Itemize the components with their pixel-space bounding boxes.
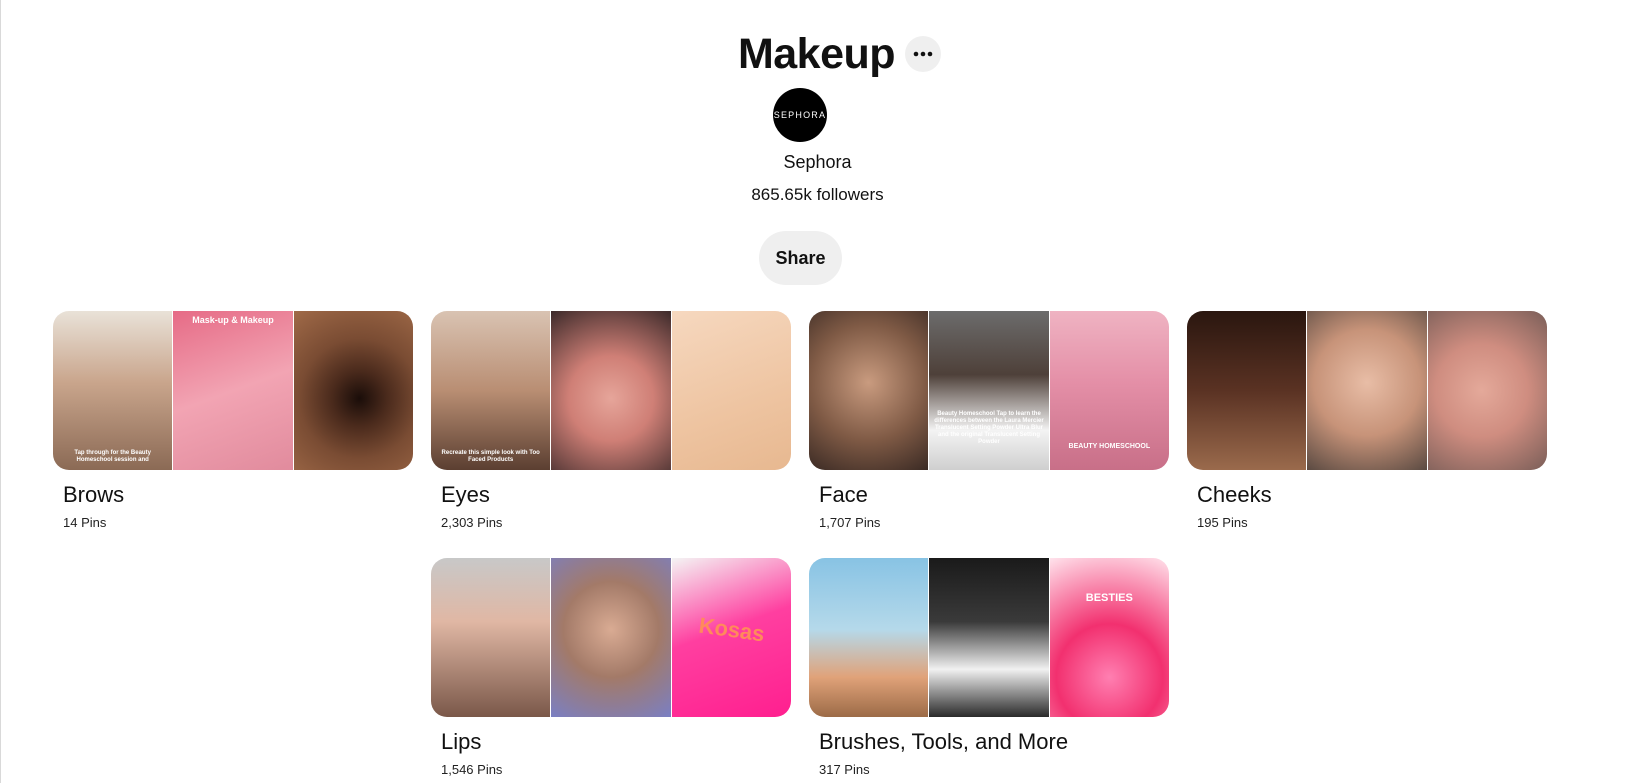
section-collage: Kosas bbox=[431, 558, 791, 717]
section-collage bbox=[1187, 311, 1547, 470]
section-pin-count: 317 Pins bbox=[819, 762, 870, 777]
pin-image: BEAUTY HOMESCHOOL bbox=[1049, 311, 1169, 470]
pin-caption: Mask-up & Makeup bbox=[192, 315, 274, 325]
section-pin-count: 195 Pins bbox=[1197, 515, 1248, 530]
owner-avatar[interactable]: SEPHORA bbox=[773, 88, 827, 142]
section-pin-count: 2,303 Pins bbox=[441, 515, 503, 530]
pin-image: Beauty Homeschool Tap to learn the diffe… bbox=[929, 311, 1049, 470]
section-title: Brushes, Tools, and More bbox=[819, 729, 1069, 754]
pin-image bbox=[551, 311, 671, 470]
section-card-cheeks[interactable]: Cheeks 195 Pins bbox=[1187, 311, 1547, 530]
pin-image bbox=[809, 311, 929, 470]
section-title: Face bbox=[819, 482, 868, 507]
section-title: Eyes bbox=[441, 482, 490, 507]
pin-image bbox=[929, 558, 1049, 717]
ellipsis-icon bbox=[913, 51, 933, 57]
pin-image: Kosas bbox=[671, 558, 791, 717]
more-options-button[interactable] bbox=[905, 36, 942, 72]
pin-image bbox=[1187, 311, 1307, 470]
pin-image bbox=[809, 558, 929, 717]
pin-image: Recreate this simple look with Too Faced… bbox=[431, 311, 551, 470]
section-collage: Recreate this simple look with Too Faced… bbox=[431, 311, 791, 470]
section-collage: BESTIES bbox=[809, 558, 1169, 717]
section-title: Lips bbox=[441, 729, 482, 754]
pin-caption: BESTIES bbox=[1085, 592, 1133, 604]
board-title: Makeup bbox=[737, 30, 896, 78]
section-title: Brows bbox=[63, 482, 125, 507]
section-pin-count: 14 Pins bbox=[63, 515, 107, 530]
pin-caption: Beauty Homeschool Tap to learn the diffe… bbox=[934, 411, 1044, 445]
section-pin-count: 1,546 Pins bbox=[441, 762, 503, 777]
section-card-eyes[interactable]: Recreate this simple look with Too Faced… bbox=[431, 311, 791, 530]
section-collage: Tap through for the Beauty Homeschool se… bbox=[53, 311, 413, 470]
section-card-face[interactable]: Beauty Homeschool Tap to learn the diffe… bbox=[809, 311, 1169, 530]
section-card-brows[interactable]: Tap through for the Beauty Homeschool se… bbox=[53, 311, 413, 530]
board-page: Makeup SEPHORA Sephora 865.65k followers… bbox=[0, 0, 1635, 783]
share-button[interactable]: Share bbox=[759, 231, 842, 285]
section-pin-count: 1,707 Pins bbox=[819, 515, 881, 530]
owner-name[interactable]: Sephora bbox=[0, 152, 1635, 173]
section-card-lips[interactable]: Kosas Lips 1,546 Pins bbox=[431, 558, 791, 777]
title-row: Makeup bbox=[0, 28, 1635, 80]
section-card-brushes-tools-and-more[interactable]: BESTIES Brushes, Tools, and More 317 Pin… bbox=[809, 558, 1169, 777]
pin-image: Mask-up & Makeup bbox=[173, 311, 293, 470]
pin-image bbox=[1307, 311, 1427, 470]
avatar-logo-text: SEPHORA bbox=[773, 110, 827, 120]
pin-image: BESTIES bbox=[1049, 558, 1169, 717]
pin-image bbox=[671, 311, 791, 470]
pin-image bbox=[1427, 311, 1547, 470]
pin-image: Tap through for the Beauty Homeschool se… bbox=[53, 311, 173, 470]
section-collage: Beauty Homeschool Tap to learn the diffe… bbox=[809, 311, 1169, 470]
follower-count: 865.65k followers bbox=[751, 185, 884, 204]
pin-caption: BEAUTY HOMESCHOOL bbox=[1068, 443, 1151, 450]
pin-caption: Recreate this simple look with Too Faced… bbox=[441, 450, 540, 463]
section-title: Cheeks bbox=[1197, 482, 1272, 507]
pin-caption: Kosas bbox=[696, 612, 766, 647]
pin-image bbox=[293, 311, 413, 470]
pin-image bbox=[551, 558, 671, 717]
pin-caption: Tap through for the Beauty Homeschool se… bbox=[74, 450, 151, 463]
pin-image bbox=[431, 558, 551, 717]
board-header: Makeup SEPHORA Sephora 865.65k followers… bbox=[0, 0, 1635, 300]
